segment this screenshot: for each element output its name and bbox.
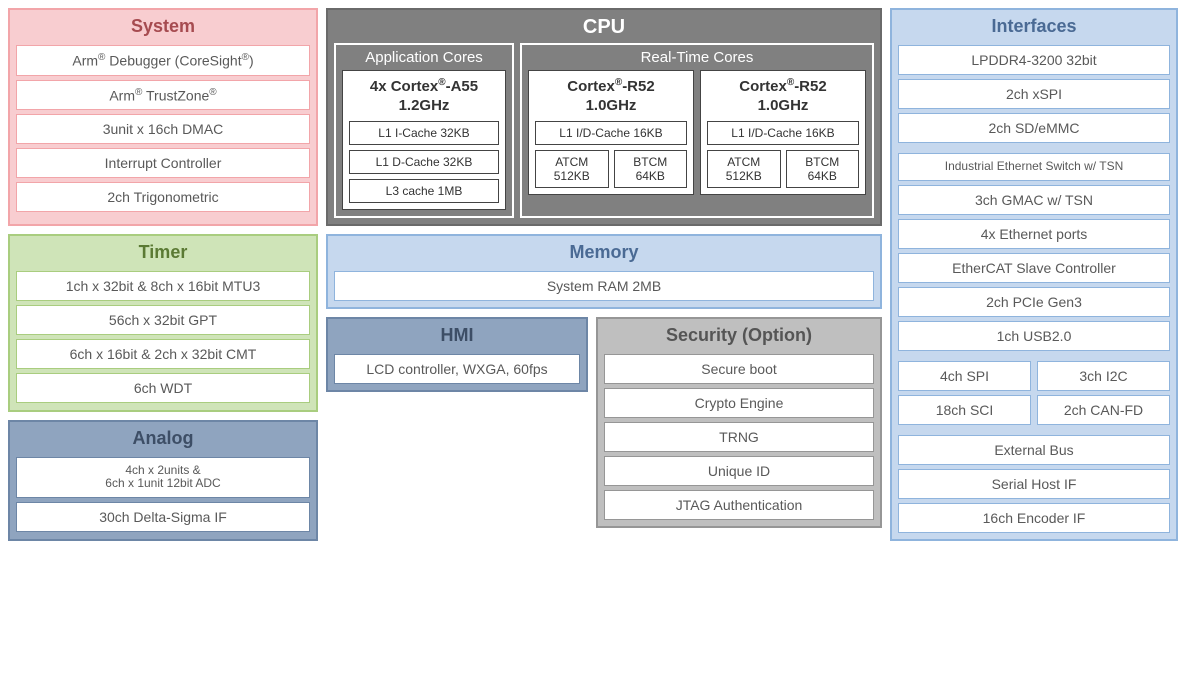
iface-item: 3ch GMAC w/ TSN — [898, 185, 1170, 215]
system-item: 3unit x 16ch DMAC — [16, 114, 310, 144]
iface-item: 3ch I2C — [1037, 361, 1170, 391]
interfaces-title: Interfaces — [898, 14, 1170, 41]
rt-core-name: Cortex®-R52 — [567, 78, 654, 95]
iface-item: 18ch SCI — [898, 395, 1031, 425]
hmi-item: LCD controller, WXGA, 60fps — [334, 354, 580, 384]
timer-item: 6ch WDT — [16, 373, 310, 403]
rt-core-1: Cortex®-R52 1.0GHz L1 I/D-Cache 16KB ATC… — [528, 70, 694, 195]
application-cores-group: Application Cores 4x Cortex®-A55 1.2GHz … — [334, 43, 514, 218]
security-item: TRNG — [604, 422, 874, 452]
cpu-block: CPU Application Cores 4x Cortex®-A55 1.2… — [326, 8, 882, 226]
iface-item: 2ch CAN-FD — [1037, 395, 1170, 425]
iface-item: EtherCAT Slave Controller — [898, 253, 1170, 283]
cpu-title: CPU — [334, 14, 874, 43]
hmi-title: HMI — [334, 323, 580, 350]
timer-title: Timer — [16, 240, 310, 267]
rt-atcm: ATCM 512KB — [707, 150, 781, 188]
iface-item: LPDDR4-3200 32bit — [898, 45, 1170, 75]
timer-item: 56ch x 32bit GPT — [16, 305, 310, 335]
app-l1d: L1 D-Cache 32KB — [349, 150, 499, 174]
interfaces-block: Interfaces LPDDR4-3200 32bit 2ch xSPI 2c… — [890, 8, 1178, 541]
hmi-block: HMI LCD controller, WXGA, 60fps — [326, 317, 588, 392]
app-core-freq: 1.2GHz — [399, 97, 450, 114]
system-block: System Arm® Debugger (CoreSight®) Arm® T… — [8, 8, 318, 226]
security-block: Security (Option) Secure boot Crypto Eng… — [596, 317, 882, 528]
rt-core-2: Cortex®-R52 1.0GHz L1 I/D-Cache 16KB ATC… — [700, 70, 866, 195]
iface-item: Industrial Ethernet Switch w/ TSN — [898, 153, 1170, 181]
security-item: Secure boot — [604, 354, 874, 384]
iface-item: Serial Host IF — [898, 469, 1170, 499]
security-item: JTAG Authentication — [604, 490, 874, 520]
memory-block: Memory System RAM 2MB — [326, 234, 882, 309]
app-cores-label: Application Cores — [342, 49, 506, 70]
iface-item: 4ch SPI — [898, 361, 1031, 391]
realtime-cores-group: Real-Time Cores Cortex®-R52 1.0GHz L1 I/… — [520, 43, 874, 218]
system-item: Arm® Debugger (CoreSight®) — [16, 45, 310, 76]
rt-btcm: BTCM 64KB — [786, 150, 860, 188]
timer-item: 6ch x 16bit & 2ch x 32bit CMT — [16, 339, 310, 369]
iface-item: 2ch PCIe Gen3 — [898, 287, 1170, 317]
iface-item: 4x Ethernet ports — [898, 219, 1170, 249]
iface-item: 2ch SD/eMMC — [898, 113, 1170, 143]
timer-block: Timer 1ch x 32bit & 8ch x 16bit MTU3 56c… — [8, 234, 318, 412]
system-item: 2ch Trigonometric — [16, 182, 310, 212]
system-item: Arm® TrustZone® — [16, 80, 310, 111]
rt-btcm: BTCM 64KB — [614, 150, 688, 188]
rt-core-freq: 1.0GHz — [758, 97, 809, 114]
iface-item: 16ch Encoder IF — [898, 503, 1170, 533]
security-item: Crypto Engine — [604, 388, 874, 418]
rt-atcm: ATCM 512KB — [535, 150, 609, 188]
rt-l1: L1 I/D-Cache 16KB — [707, 121, 859, 145]
app-core: 4x Cortex®-A55 1.2GHz L1 I-Cache 32KB L1… — [342, 70, 506, 210]
rt-core-freq: 1.0GHz — [586, 97, 637, 114]
timer-item: 1ch x 32bit & 8ch x 16bit MTU3 — [16, 271, 310, 301]
analog-item: 30ch Delta-Sigma IF — [16, 502, 310, 532]
rt-cores-label: Real-Time Cores — [528, 49, 866, 70]
memory-title: Memory — [334, 240, 874, 267]
system-item: Interrupt Controller — [16, 148, 310, 178]
iface-item: 2ch xSPI — [898, 79, 1170, 109]
app-l3: L3 cache 1MB — [349, 179, 499, 203]
rt-l1: L1 I/D-Cache 16KB — [535, 121, 687, 145]
iface-item: 1ch USB2.0 — [898, 321, 1170, 351]
security-title: Security (Option) — [604, 323, 874, 350]
memory-item: System RAM 2MB — [334, 271, 874, 301]
rt-core-name: Cortex®-R52 — [739, 78, 826, 95]
analog-title: Analog — [16, 426, 310, 453]
analog-adc-line1: 4ch x 2units & — [125, 463, 200, 477]
system-title: System — [16, 14, 310, 41]
app-l1i: L1 I-Cache 32KB — [349, 121, 499, 145]
security-item: Unique ID — [604, 456, 874, 486]
analog-block: Analog 4ch x 2units & 6ch x 1unit 12bit … — [8, 420, 318, 541]
analog-adc-line2: 6ch x 1unit 12bit ADC — [105, 476, 220, 490]
iface-item: External Bus — [898, 435, 1170, 465]
app-core-name: 4x Cortex®-A55 — [370, 78, 478, 95]
analog-adc: 4ch x 2units & 6ch x 1unit 12bit ADC — [16, 457, 310, 499]
